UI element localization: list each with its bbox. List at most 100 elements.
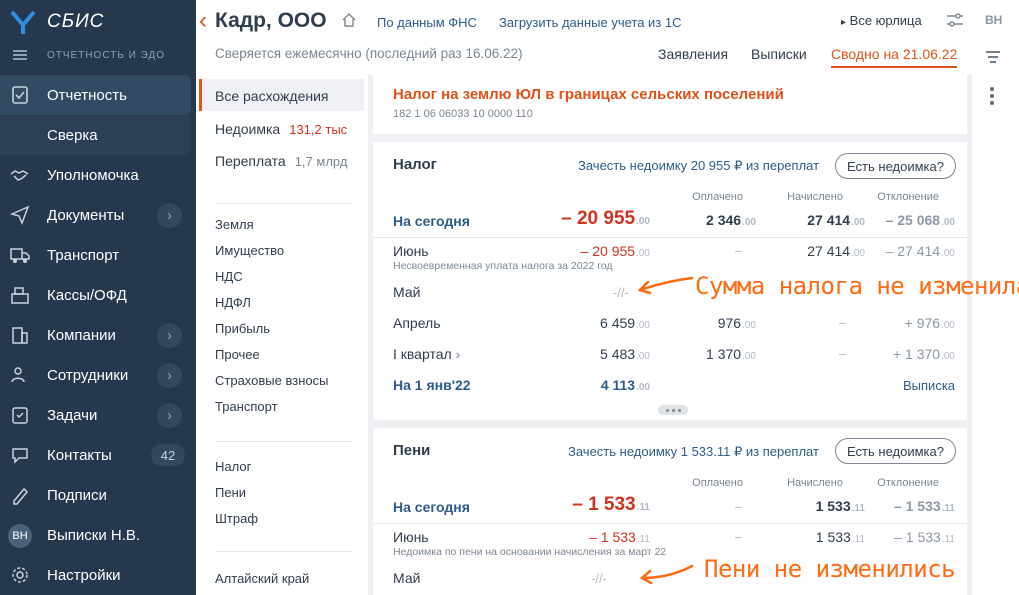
chevron-right-icon[interactable]: ›: [157, 203, 182, 228]
annotation-penalty-unchanged: Пени не изменились: [704, 555, 956, 583]
accrued-cell: –: [839, 346, 847, 361]
filter-all-discrepancies[interactable]: Все расхождения: [199, 79, 364, 111]
filter-type[interactable]: Страховые взносы: [215, 373, 328, 388]
chevron-right-icon[interactable]: ›: [157, 363, 182, 388]
table-row[interactable]: Апрель 6 459.00 976.00 – + 976.00: [373, 310, 967, 338]
companies-icon: [12, 327, 28, 344]
menu-icon[interactable]: [13, 50, 27, 60]
filter-kind[interactable]: Налог: [215, 459, 251, 474]
balance-cell: – 1 533.11: [589, 529, 650, 545]
deviation-cell: + 976.00: [904, 315, 955, 331]
entity-selector[interactable]: ▸ Все юрлица: [841, 13, 922, 28]
statement-link[interactable]: Выписка: [903, 378, 955, 393]
list-view-icon[interactable]: [985, 50, 1001, 64]
nav-item-contacts[interactable]: Контакты 42: [0, 435, 196, 475]
filter-overpay-value: 1,7 млрд: [294, 154, 348, 169]
deviation-cell: – 1 533.11: [893, 498, 955, 514]
accrued-cell: –: [839, 315, 847, 330]
offset-link[interactable]: Зачесть недоимку 20 955 ₽ из переплат: [578, 158, 819, 174]
unread-badge: 42: [151, 444, 185, 466]
nav-item-transport[interactable]: Транспорт: [0, 235, 196, 275]
column-header-accrued: Начислено: [787, 191, 843, 203]
chevron-right-icon[interactable]: ›: [157, 403, 182, 428]
nav-item-employees[interactable]: Сотрудники ›: [0, 355, 196, 395]
column-header-paid: Оплачено: [692, 477, 743, 489]
debt-question-button[interactable]: Есть недоимка?: [835, 153, 956, 179]
filter-icon[interactable]: [946, 12, 964, 28]
filter-type[interactable]: НДС: [215, 269, 243, 284]
divider: [215, 551, 352, 552]
nav-item-user[interactable]: ВН Выписки Н.В.: [0, 515, 196, 555]
entity-selector-label: Все юрлица: [849, 13, 922, 28]
paid-cell: 2 346.00: [706, 212, 756, 228]
paid-cell: 1 370.00: [706, 346, 756, 362]
filter-region[interactable]: Алтайский край: [215, 571, 309, 586]
nav-item-reconciliation[interactable]: Сверка: [0, 115, 191, 155]
fns-data-link[interactable]: По данным ФНС: [377, 15, 477, 30]
filter-type[interactable]: НДФЛ: [215, 295, 251, 310]
deviation-cell: – 27 414.00: [885, 243, 955, 259]
row-label: На 1 янв'22: [393, 377, 471, 393]
table-row[interactable]: На 1 янв'22 4 113.00 Выписка: [373, 372, 967, 400]
nav-item-reports[interactable]: Отчетность: [0, 75, 191, 115]
section-switcher[interactable]: ОТЧЕТНОСТЬ И ЭДО: [0, 44, 196, 66]
balance-cell: 6 459.00: [600, 315, 650, 331]
nav-item-tasks[interactable]: Задачи ›: [0, 395, 196, 435]
filter-type[interactable]: Прибыль: [215, 321, 270, 336]
filter-overpay[interactable]: Переплата 1,7 млрд: [215, 153, 347, 169]
tax-title[interactable]: Налог на землю ЮЛ в границах сельских по…: [393, 86, 784, 103]
paid-cell: –: [735, 243, 743, 258]
nav-label: Транспорт: [47, 246, 120, 264]
filter-debt[interactable]: Недоимка 131,2 тыс: [215, 121, 347, 137]
filter-type[interactable]: Имущество: [215, 243, 284, 258]
nav-item-authority[interactable]: Уполномочка: [0, 155, 196, 195]
chevron-right-icon[interactable]: ›: [157, 323, 182, 348]
row-label: На сегодня: [393, 213, 470, 229]
offset-link[interactable]: Зачесть недоимку 1 533.11 ₽ из переплат: [568, 444, 819, 460]
balance-cell: – 1 533.11: [572, 494, 650, 515]
logo-text: СБИС: [47, 11, 105, 32]
nav-item-companies[interactable]: Компании ›: [0, 315, 196, 355]
table-row[interactable]: I квартал › 5 483.00 1 370.00 – + 1 370.…: [373, 341, 967, 369]
tab-summary[interactable]: Сводно на 21.06.22: [831, 46, 958, 68]
nav-label: Уполномочка: [47, 166, 139, 184]
nav-item-cash[interactable]: Кассы/ОФД: [0, 275, 196, 315]
nav-label: Сверка: [47, 126, 98, 144]
nav-label: Подписи: [47, 486, 107, 504]
balance-cell: 5 483.00: [600, 346, 650, 362]
table-row[interactable]: На сегодня – 20 955.00 2 346.00 27 414.0…: [373, 208, 967, 236]
debt-question-button[interactable]: Есть недоимка?: [835, 438, 956, 464]
filter-debt-value: 131,2 тыс: [289, 122, 348, 137]
balance-cell: – 20 955.00: [580, 243, 650, 259]
tab-statements[interactable]: Выписки: [751, 46, 807, 62]
filter-kind[interactable]: Пени: [215, 485, 246, 500]
nav-item-signatures[interactable]: Подписи: [0, 475, 196, 515]
logo[interactable]: СБИС: [8, 7, 104, 37]
main-content: Налог на землю ЮЛ в границах сельских по…: [368, 75, 972, 595]
filter-debt-label: Недоимка: [215, 121, 281, 137]
filter-type[interactable]: Земля: [215, 217, 254, 232]
gear-icon: [12, 567, 28, 583]
tab-applications[interactable]: Заявления: [658, 46, 728, 62]
accrued-cell: 1 533.11: [815, 529, 865, 545]
more-options-icon[interactable]: [990, 87, 994, 105]
column-header-paid: Оплачено: [692, 191, 743, 203]
chevron-right-icon: ›: [455, 346, 461, 362]
more-icon[interactable]: [658, 405, 688, 415]
nav-item-documents[interactable]: Документы ›: [0, 195, 196, 235]
user-avatar[interactable]: ВН: [985, 13, 1002, 27]
nav-item-settings[interactable]: Настройки: [0, 555, 196, 595]
back-icon[interactable]: ‹: [199, 9, 207, 33]
page-title: Кадр, ООО: [215, 9, 327, 32]
row-label: Июнь: [393, 529, 429, 545]
paper-plane-icon: [10, 205, 30, 225]
row-label: Май: [393, 570, 421, 586]
load-1c-link[interactable]: Загрузить данные учета из 1С: [499, 15, 682, 30]
nav-label: Отчетность: [47, 86, 127, 104]
filter-kind[interactable]: Штраф: [215, 511, 258, 526]
table-row[interactable]: На сегодня – 1 533.11 – 1 533.11 – 1 533…: [373, 494, 967, 522]
filter-type[interactable]: Транспорт: [215, 399, 278, 414]
column-header-deviation: Отклонение: [877, 191, 939, 203]
home-icon[interactable]: [341, 12, 357, 28]
filter-type[interactable]: Прочее: [215, 347, 260, 362]
